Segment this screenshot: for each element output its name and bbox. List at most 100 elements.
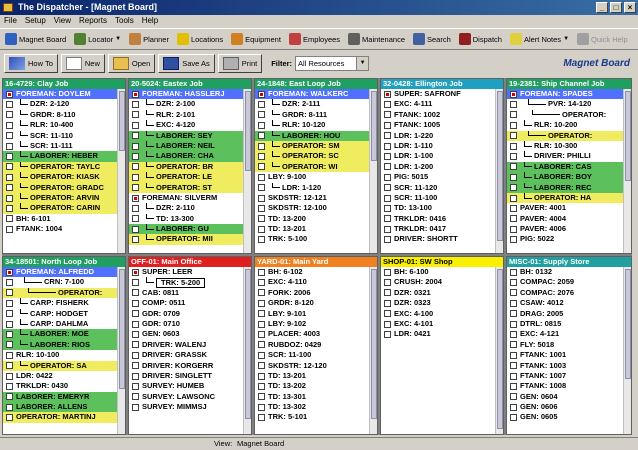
resource-checkbox[interactable] bbox=[258, 310, 265, 318]
panel-title[interactable]: 32-0428: Ellington Job bbox=[381, 79, 503, 89]
resource-checkbox[interactable] bbox=[132, 393, 139, 401]
resource-checkbox[interactable] bbox=[132, 204, 139, 212]
resource-checkbox[interactable] bbox=[132, 279, 139, 287]
resource-row[interactable]: LABORER: SEY bbox=[129, 130, 243, 141]
resource-checkbox[interactable] bbox=[510, 362, 517, 370]
alert-notes-button[interactable]: Alert Notes ▼ bbox=[507, 30, 572, 48]
resource-checkbox[interactable] bbox=[258, 393, 265, 401]
resource-row[interactable]: RLR: 10-200 bbox=[507, 120, 623, 130]
resource-checkbox[interactable] bbox=[384, 173, 391, 181]
resource-row[interactable]: SKDSTR: 12-120 bbox=[255, 361, 369, 371]
resource-checkbox[interactable] bbox=[6, 351, 13, 359]
resource-checkbox[interactable] bbox=[6, 372, 13, 380]
chevron-down-icon[interactable]: ▼ bbox=[115, 36, 121, 42]
resource-row[interactable]: RLR: 10-100 bbox=[3, 350, 117, 360]
resource-checkbox[interactable] bbox=[132, 341, 139, 349]
resource-checkbox[interactable] bbox=[258, 225, 265, 233]
resource-checkbox[interactable] bbox=[384, 215, 391, 223]
resource-checkbox[interactable] bbox=[384, 121, 391, 129]
employees-button[interactable]: Employees bbox=[286, 30, 343, 48]
resource-checkbox[interactable] bbox=[510, 372, 517, 380]
resource-checkbox[interactable] bbox=[384, 299, 391, 307]
resource-checkbox[interactable] bbox=[258, 204, 265, 212]
scrollbar-thumb[interactable] bbox=[625, 91, 631, 181]
resource-checkbox[interactable] bbox=[384, 153, 391, 161]
resource-row[interactable]: GEN: 0606 bbox=[507, 402, 623, 412]
resource-row[interactable]: OPERATOR: LE bbox=[129, 172, 243, 183]
resource-row[interactable]: SKDSTR: 12-100 bbox=[255, 203, 369, 213]
resource-checkbox[interactable] bbox=[510, 289, 517, 297]
scrollbar-thumb[interactable] bbox=[497, 269, 503, 429]
resource-row[interactable]: FOREMAN: WALKERC bbox=[255, 89, 369, 100]
resource-checkbox[interactable] bbox=[384, 268, 391, 276]
maximize-button[interactable]: □ bbox=[610, 2, 622, 13]
board-panel[interactable]: 32-0428: Ellington Job SUPER: SAFRONF EXC:… bbox=[380, 78, 504, 254]
resource-row[interactable]: FTANK: 1004 bbox=[3, 224, 117, 234]
resource-checkbox[interactable] bbox=[510, 341, 517, 349]
resource-checkbox[interactable] bbox=[132, 142, 139, 150]
resource-row[interactable]: LDR: 1-220 bbox=[381, 131, 495, 141]
resource-checkbox[interactable] bbox=[6, 279, 13, 287]
resource-row[interactable]: GRDR: 8-110 bbox=[3, 109, 117, 120]
resource-row[interactable]: OPERATOR: BR bbox=[129, 161, 243, 173]
resource-row[interactable]: PIG: 5015 bbox=[381, 172, 495, 182]
resource-row[interactable]: DZR: 0323 bbox=[381, 298, 495, 308]
resource-row[interactable]: FOREMAN: SILVERM bbox=[129, 193, 243, 203]
resource-checkbox[interactable] bbox=[510, 351, 517, 359]
minimize-button[interactable]: _ bbox=[596, 2, 608, 13]
equipment-button[interactable]: Equipment bbox=[228, 30, 284, 48]
resource-row[interactable]: BH: 6-100 bbox=[381, 267, 495, 277]
resource-row[interactable]: DZR: 2-110 bbox=[129, 203, 243, 213]
resource-checkbox[interactable] bbox=[384, 310, 391, 318]
resource-checkbox[interactable] bbox=[132, 299, 139, 307]
resource-checkbox[interactable] bbox=[258, 382, 265, 390]
resource-row[interactable]: GEN: 0605 bbox=[507, 412, 623, 422]
resource-checkbox[interactable] bbox=[510, 204, 517, 212]
resource-row[interactable]: OPERATOR: SC bbox=[255, 151, 369, 162]
panel-scrollbar[interactable] bbox=[495, 89, 503, 253]
scrollbar-thumb[interactable] bbox=[119, 269, 125, 389]
resource-row[interactable]: CRN: 7-100 bbox=[3, 277, 117, 287]
resource-checkbox[interactable] bbox=[6, 403, 13, 411]
resource-row[interactable]: COMPAC: 2059 bbox=[507, 277, 623, 287]
resource-checkbox[interactable] bbox=[510, 194, 517, 202]
resource-checkbox[interactable] bbox=[510, 132, 517, 140]
resource-checkbox[interactable] bbox=[6, 184, 13, 192]
resource-checkbox[interactable] bbox=[132, 289, 139, 297]
resource-row[interactable]: PIG: 5022 bbox=[507, 234, 623, 244]
resource-checkbox[interactable] bbox=[132, 382, 139, 390]
resource-row[interactable]: COMPAC: 2076 bbox=[507, 288, 623, 298]
resource-row[interactable]: TD: 13-200 bbox=[255, 214, 369, 224]
resource-row[interactable]: RUBDOZ: 0429 bbox=[255, 340, 369, 350]
resource-checkbox[interactable] bbox=[258, 351, 265, 359]
panel-title[interactable]: 24-1848: East Loop Job bbox=[255, 79, 377, 89]
panel-title[interactable]: 20-5024: Eastex Job bbox=[129, 79, 251, 89]
resource-checkbox[interactable] bbox=[132, 320, 139, 328]
resource-checkbox[interactable] bbox=[510, 142, 517, 150]
resource-checkbox[interactable] bbox=[510, 236, 517, 244]
resource-checkbox[interactable] bbox=[510, 382, 517, 390]
resource-row[interactable]: DRIVER: PHILLI bbox=[507, 151, 623, 161]
resource-row[interactable]: OPERATOR: ST bbox=[129, 182, 243, 193]
board-panel[interactable]: SHOP-01: SW Shop BH: 6-100 CRUSH: 2004 DZR:… bbox=[380, 256, 504, 435]
menu-view[interactable]: View bbox=[54, 15, 71, 27]
resource-row[interactable]: LABORER: REC bbox=[507, 182, 623, 193]
resource-row[interactable]: GEN: 0604 bbox=[507, 392, 623, 402]
resource-row[interactable]: BH: 6-102 bbox=[255, 267, 369, 277]
resource-checkbox[interactable] bbox=[510, 225, 517, 233]
resource-row[interactable]: EXC: 4-100 bbox=[381, 309, 495, 319]
resource-row[interactable]: SCR: 11-100 bbox=[381, 193, 495, 203]
resource-checkbox[interactable] bbox=[6, 331, 13, 339]
resource-checkbox[interactable] bbox=[510, 393, 517, 401]
resource-row[interactable]: SCR: 11-100 bbox=[255, 350, 369, 360]
resource-row[interactable]: SCR: 11-111 bbox=[3, 140, 117, 151]
resource-checkbox[interactable] bbox=[6, 215, 13, 223]
resource-row[interactable]: GEN: 0603 bbox=[129, 329, 243, 339]
resource-row[interactable]: FOREMAN: ALFREDD bbox=[3, 267, 117, 278]
resource-checkbox[interactable] bbox=[258, 153, 265, 161]
resource-row[interactable]: SCR: 11-110 bbox=[3, 130, 117, 141]
resource-checkbox[interactable] bbox=[510, 414, 517, 422]
resource-checkbox[interactable] bbox=[132, 331, 139, 339]
resource-row[interactable]: RLR: 2-101 bbox=[129, 109, 243, 120]
resource-checkbox[interactable] bbox=[132, 111, 139, 119]
